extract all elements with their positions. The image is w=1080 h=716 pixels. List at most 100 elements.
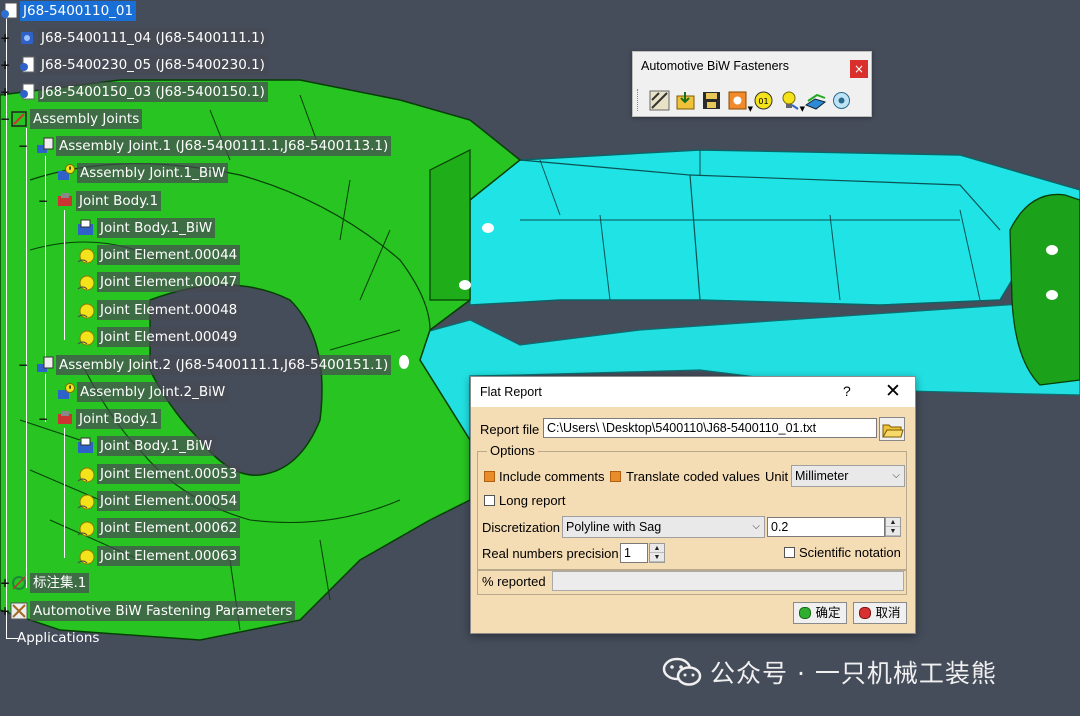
tree-node-label: Assembly Joint.1 (J68-5400111.1,J68-5400… — [56, 136, 392, 156]
tree-node-joint-body-biw[interactable]: Joint Body.1_BiW — [77, 436, 216, 456]
toolbar-grip[interactable] — [637, 89, 641, 111]
tree-node-assembly-joints[interactable]: − Assembly Joints — [0, 109, 143, 129]
tree-node-label: Joint Body.1_BiW — [97, 436, 216, 456]
joint-body-icon — [56, 192, 74, 210]
tree-node-assembly-joint-2[interactable]: − Assembly Joint.2 (J68-5400111.1,J68-54… — [18, 355, 392, 375]
tree-node-2[interactable]: + J68-5400230_05 (J68-5400230.1) — [0, 55, 268, 75]
spin-down-icon[interactable]: ▼ — [650, 553, 664, 562]
assembly-joint-icon — [36, 137, 54, 155]
long-report-label: Long report — [499, 493, 566, 508]
joint-element-icon — [77, 492, 95, 510]
translate-coded-label: Translate coded values — [626, 469, 760, 484]
svg-text:01: 01 — [758, 97, 768, 106]
tree-node-label: Applications — [17, 630, 100, 646]
collapse-icon[interactable]: − — [38, 195, 48, 207]
expand-icon[interactable]: + — [0, 577, 10, 589]
fastener-icon[interactable] — [649, 90, 670, 111]
lightbulb-icon[interactable]: ▼ — [779, 90, 805, 113]
joint-body-biw-icon — [77, 219, 95, 237]
tree-node-label: Joint Element.00053 — [97, 464, 241, 484]
tree-node-1[interactable]: + J68-5400111_04 (J68-5400111.1) — [0, 28, 268, 48]
joint-element-icon — [77, 328, 95, 346]
red-dot-icon — [859, 607, 872, 619]
tree-node-joint-biw[interactable]: Assembly Joint.1_BiW — [57, 163, 229, 183]
tree-node-joint-body[interactable]: − Joint Body.1 — [38, 409, 162, 429]
precision-label: Real numbers precision — [482, 546, 619, 561]
dialog-close-button[interactable]: ✕ — [885, 380, 901, 403]
toolbar-close-button[interactable]: × — [850, 60, 868, 78]
import-icon[interactable] — [675, 90, 696, 111]
tree-node-joint-biw[interactable]: Assembly Joint.2_BiW — [57, 382, 229, 402]
dialog-titlebar[interactable]: Flat Report ? ✕ — [471, 377, 915, 407]
unit-select[interactable]: Millimeter ⌵ — [791, 465, 905, 487]
tree-node-joint-element[interactable]: Joint Element.00047 — [77, 272, 241, 292]
expand-icon[interactable]: + — [0, 32, 10, 44]
spin-up-icon[interactable]: ▲ — [886, 518, 900, 527]
tree-node-label: Joint Body.1_BiW — [97, 218, 216, 238]
options-label: Options — [487, 443, 538, 458]
tree-node-joint-body[interactable]: − Joint Body.1 — [38, 191, 162, 211]
tree-node-joint-body-biw[interactable]: Joint Body.1_BiW — [77, 218, 216, 238]
joint-element-icon — [77, 301, 95, 319]
tree-node-fastening-parameters[interactable]: + Automotive BiW Fastening Parameters — [0, 601, 296, 621]
tree-node-3[interactable]: + J68-5400150_03 (J68-5400150.1) — [0, 82, 268, 102]
collapse-icon[interactable]: − — [18, 359, 28, 371]
reported-label: % reported — [482, 574, 546, 589]
cancel-label: 取消 — [875, 606, 901, 620]
ok-label: 确定 — [815, 606, 841, 620]
tree-node-annotation-set[interactable]: + 标注集.1 — [0, 573, 90, 593]
root-product-icon — [0, 2, 18, 20]
cancel-button[interactable]: 取消 — [853, 602, 907, 624]
discretization-select[interactable]: Polyline with Sag ⌵ — [562, 516, 765, 538]
expand-icon[interactable]: + — [0, 59, 10, 71]
open-folder-icon — [882, 424, 904, 438]
precision-spinner[interactable]: ▲ ▼ — [649, 543, 665, 563]
tree-node-assembly-joint-1[interactable]: − Assembly Joint.1 (J68-5400111.1,J68-54… — [18, 136, 392, 156]
ok-button[interactable]: 确定 — [793, 602, 847, 624]
expand-icon[interactable]: + — [0, 86, 10, 98]
numbering-icon[interactable]: 01 — [753, 90, 774, 111]
dialog-title: Flat Report — [480, 385, 542, 399]
scientific-notation-checkbox[interactable] — [784, 547, 795, 558]
tree-root-label: J68-5400110_01 — [20, 1, 137, 21]
tree-node-applications[interactable]: Applications — [14, 628, 102, 648]
precision-field[interactable]: 1 — [620, 543, 648, 563]
include-comments-checkbox[interactable] — [484, 471, 495, 482]
long-report-checkbox[interactable] — [484, 495, 495, 506]
collapse-icon[interactable]: − — [38, 413, 48, 425]
scientific-notation-label: Scientific notation — [799, 545, 901, 560]
tree-node-joint-element[interactable]: Joint Element.00049 — [77, 327, 241, 347]
wechat-icon — [662, 657, 702, 686]
joint-element-icon — [77, 547, 95, 565]
help-button[interactable]: ? — [843, 383, 851, 399]
tree-node-joint-element[interactable]: Joint Element.00053 — [77, 464, 241, 484]
spin-up-icon[interactable]: ▲ — [650, 544, 664, 553]
report-icon[interactable]: ▼ — [727, 90, 753, 113]
tree-node-label: Joint Element.00054 — [97, 491, 241, 511]
fastener-review-icon[interactable] — [831, 90, 852, 111]
collapse-icon[interactable]: − — [18, 140, 28, 152]
sag-value-field[interactable]: 0.2 — [767, 517, 885, 537]
tree-node-joint-element[interactable]: Joint Element.00063 — [77, 546, 241, 566]
tree-node-joint-element[interactable]: Joint Element.00044 — [77, 245, 241, 265]
annotation-set-icon — [10, 574, 28, 592]
flat-report-dialog[interactable]: Flat Report ? ✕ Report file C:\Users\ \D… — [470, 376, 916, 634]
tree-node-joint-element[interactable]: Joint Element.00062 — [77, 518, 241, 538]
surface-icon[interactable] — [804, 90, 827, 111]
tree-node-label: Joint Element.00047 — [97, 272, 241, 292]
tree-node-joint-element[interactable]: Joint Element.00048 — [77, 300, 241, 320]
report-file-field[interactable]: C:\Users\ \Desktop\5400110\J68-5400110_0… — [543, 418, 877, 438]
discretization-label: Discretization — [482, 520, 561, 535]
tree-root[interactable]: J68-5400110_01 — [0, 1, 137, 21]
expand-icon[interactable]: + — [0, 605, 10, 617]
save-icon[interactable] — [701, 90, 722, 111]
collapse-icon[interactable]: − — [0, 113, 10, 125]
tree-node-joint-element[interactable]: Joint Element.00054 — [77, 491, 241, 511]
translate-coded-checkbox[interactable] — [610, 471, 621, 482]
fasteners-toolbar[interactable]: Automotive BiW Fasteners × ▼ 01 ▼ — [632, 51, 872, 117]
spin-down-icon[interactable]: ▼ — [886, 527, 900, 536]
include-comments-label: Include comments — [499, 469, 605, 484]
browse-folder-button[interactable] — [879, 417, 905, 441]
product-icon — [18, 56, 36, 74]
sag-spinner[interactable]: ▲ ▼ — [885, 517, 901, 537]
